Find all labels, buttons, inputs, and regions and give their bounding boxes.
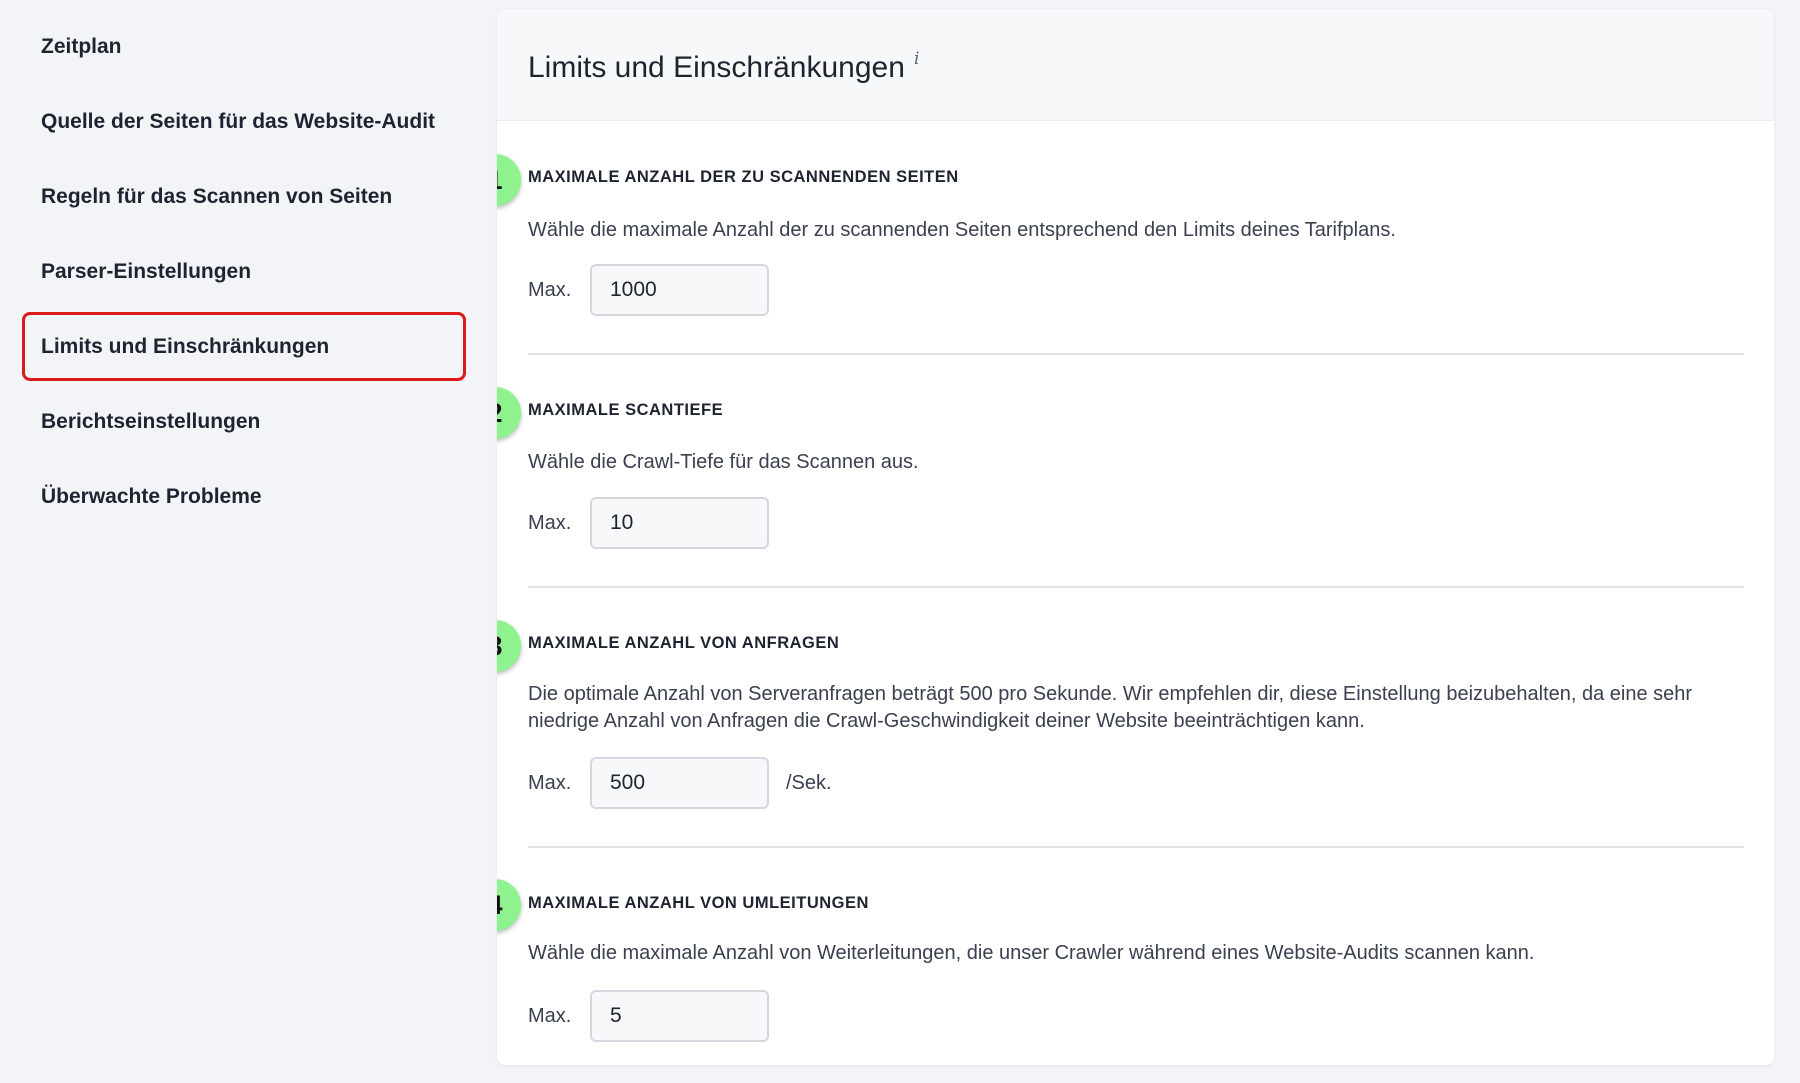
sidebar-item-quelle-der-seiten[interactable]: Quelle der Seiten für das Website-Audit [22, 87, 466, 156]
step-badge: 2 [497, 387, 521, 439]
sidebar-item-parser-einstellungen[interactable]: Parser-Einstellungen [22, 237, 466, 306]
section-description: Wähle die maximale Anzahl von Weiterleit… [528, 942, 1535, 964]
section-description: Wähle die maximale Anzahl der zu scannen… [528, 219, 1396, 241]
max-label: Max. [528, 512, 572, 534]
section-divider [528, 846, 1744, 848]
step-badge: 4 [497, 879, 521, 931]
section-title: MAXIMALE ANZAHL VON ANFRAGEN [528, 634, 840, 652]
sidebar-item-label: Berichtseinstellungen [41, 409, 261, 433]
sidebar-item-label: Quelle der Seiten für das Website-Audit [41, 109, 436, 133]
section-title: MAXIMALE ANZAHL DER ZU SCANNENDEN SEITEN [528, 168, 959, 186]
max-pages-input[interactable] [590, 264, 769, 316]
settings-sidebar: Zeitplan Quelle der Seiten für das Websi… [0, 0, 480, 1083]
info-icon[interactable]: i [914, 49, 919, 69]
step-badge: 3 [497, 620, 521, 672]
sidebar-item-berichtseinstellungen[interactable]: Berichtseinstellungen [22, 387, 466, 456]
sidebar-item-label: Limits und Einschränkungen [41, 334, 330, 358]
section-divider [528, 586, 1744, 588]
sidebar-item-label: Zeitplan [41, 34, 122, 58]
sidebar-item-regeln-scannen[interactable]: Regeln für das Scannen von Seiten [22, 162, 466, 231]
sidebar-item-label: Regeln für das Scannen von Seiten [41, 184, 393, 208]
section-title: MAXIMALE SCANTIEFE [528, 401, 724, 419]
sidebar-item-limits[interactable]: Limits und Einschränkungen [22, 312, 466, 381]
max-redirects-input[interactable] [590, 990, 769, 1042]
section-title: MAXIMALE ANZAHL VON UMLEITUNGEN [528, 894, 869, 912]
section-divider [528, 353, 1744, 355]
page-title: Limits und Einschränkungen [528, 51, 905, 84]
max-label: Max. [528, 772, 572, 794]
max-depth-input[interactable] [590, 497, 769, 549]
unit-label: /Sek. [786, 772, 832, 794]
limits-panel: Limits und Einschränkungen i 1 MAXIMALE … [497, 9, 1774, 1065]
sidebar-item-ueberwachte-probleme[interactable]: Überwachte Probleme [22, 462, 466, 531]
panel-header: Limits und Einschränkungen i [497, 9, 1774, 121]
sidebar-item-zeitplan[interactable]: Zeitplan [22, 12, 466, 81]
max-label: Max. [528, 279, 572, 301]
step-badge: 1 [497, 154, 521, 206]
section-description: Die optimale Anzahl von Serveranfragen b… [528, 683, 1693, 732]
section-description: Wähle die Crawl-Tiefe für das Scannen au… [528, 451, 919, 473]
max-label: Max. [528, 1005, 572, 1027]
max-requests-input[interactable] [590, 757, 769, 809]
sidebar-item-label: Überwachte Probleme [41, 484, 262, 508]
sidebar-item-label: Parser-Einstellungen [41, 259, 252, 283]
